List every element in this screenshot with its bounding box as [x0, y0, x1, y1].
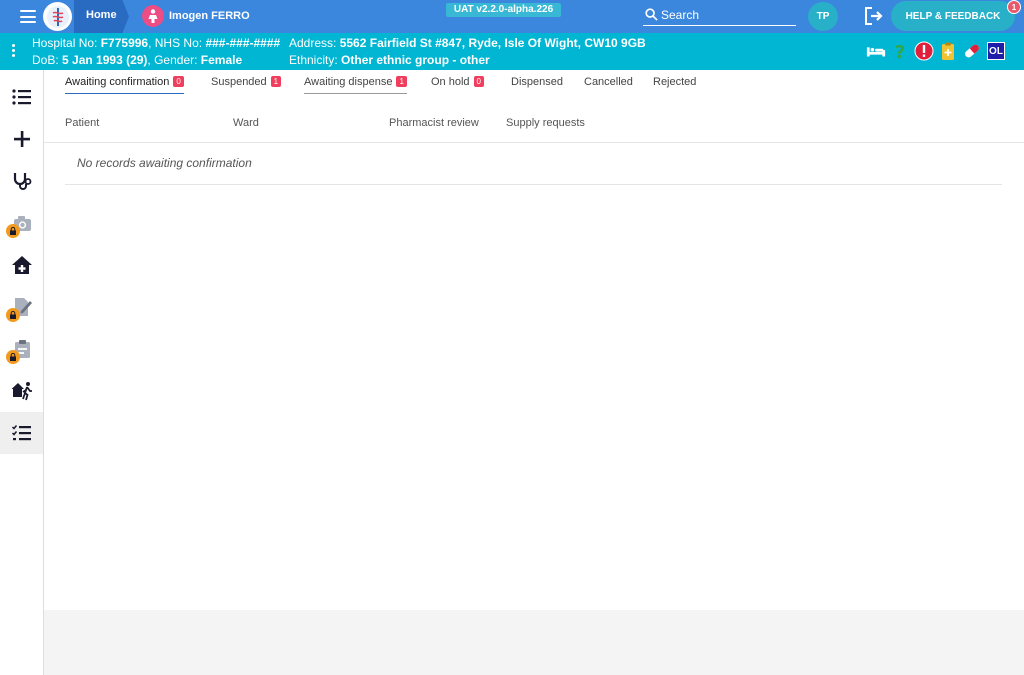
tab-count-badge: 0	[473, 76, 484, 87]
hamburger-menu-icon[interactable]	[20, 10, 36, 23]
sidebar-item-home-care[interactable]	[0, 244, 43, 286]
ol-icon[interactable]: OL	[986, 41, 1006, 61]
plus-icon	[13, 131, 30, 147]
more-options-icon[interactable]	[12, 44, 16, 59]
column-header-ward[interactable]: Ward	[233, 117, 259, 129]
dob-label: DoB:	[32, 53, 59, 67]
sidebar-item-assessments[interactable]	[0, 328, 43, 370]
home-medical-icon	[11, 256, 32, 274]
tab-label: Awaiting confirmation	[65, 76, 170, 88]
ethnicity: Other ethnic group - other	[341, 53, 490, 67]
gender-label: , Gender:	[147, 53, 198, 67]
tab-cancelled[interactable]: Cancelled	[584, 76, 633, 93]
discharge-icon	[11, 382, 32, 401]
tab-count-badge: 1	[396, 76, 407, 87]
checklist-icon	[11, 425, 31, 441]
breadcrumb-home[interactable]: Home	[74, 0, 129, 33]
tab-label: On hold	[431, 76, 470, 88]
sidebar-item-documents[interactable]	[0, 286, 43, 328]
patient-banner: Hospital No: F775996, NHS No: ###-###-##…	[0, 33, 1024, 70]
hospital-no: F775996	[100, 36, 149, 50]
tab-label: Rejected	[653, 76, 697, 88]
app-logo[interactable]	[43, 2, 72, 31]
tab-label: Cancelled	[584, 76, 633, 88]
search-input[interactable]: Search	[643, 4, 796, 26]
tab-on-hold[interactable]: On hold 0	[431, 76, 484, 93]
dob: 5 Jan 1993 (29)	[62, 53, 148, 67]
sidebar-item-add[interactable]	[0, 118, 43, 160]
tab-count-badge: 0	[173, 76, 184, 87]
tab-label: Awaiting dispense	[304, 76, 393, 88]
version-badge: UAT v2.2.0-alpha.226	[446, 3, 561, 17]
empty-table-message: No records awaiting confirmation	[77, 156, 252, 170]
banner-ethnicity: Ethnicity: Other ethnic group - other	[289, 53, 490, 67]
tab-awaiting-confirmation[interactable]: Awaiting confirmation 0	[65, 76, 184, 94]
sidebar-item-discharge[interactable]	[0, 370, 43, 412]
clipboard-icon[interactable]	[938, 41, 958, 61]
table-header-divider	[44, 142, 1024, 143]
table-row-divider	[65, 184, 1002, 185]
stethoscope-icon	[13, 173, 31, 190]
caduceus-icon	[46, 5, 69, 28]
hospital-no-label: Hospital No:	[32, 36, 98, 50]
top-bar: Home Imogen FERRO UAT v2.2.0-alpha.226 S…	[0, 0, 1024, 33]
patient-name: Imogen FERRO	[169, 10, 250, 22]
nhs-no-label: , NHS No:	[148, 36, 203, 50]
lock-icon	[6, 224, 20, 238]
help-feedback-button[interactable]: HELP & FEEDBACK	[891, 1, 1015, 31]
breadcrumb-home-label: Home	[86, 9, 117, 21]
footer-area	[44, 610, 1024, 675]
search-placeholder: Search	[661, 7, 700, 22]
column-header-supply-requests[interactable]: Supply requests	[506, 117, 585, 129]
banner-identifiers: Hospital No: F775996, NHS No: ###-###-##…	[32, 36, 280, 50]
nhs-no: ###-###-####	[205, 36, 281, 50]
logout-icon[interactable]	[864, 7, 884, 25]
tab-dispensed[interactable]: Dispensed	[511, 76, 563, 93]
lock-icon	[6, 350, 20, 364]
address: 5562 Fairfield St #847, Ryde, Isle Of Wi…	[339, 36, 646, 50]
sidebar-item-camera[interactable]	[0, 202, 43, 244]
bed-icon[interactable]	[866, 41, 886, 61]
sidebar-item-pharmacy[interactable]	[0, 412, 43, 454]
tab-count-badge: 1	[270, 76, 282, 87]
alert-icon[interactable]	[914, 41, 934, 61]
sidebar-item-clinical[interactable]	[0, 160, 43, 202]
sidebar	[0, 70, 44, 675]
banner-address: Address: 5562 Fairfield St #847, Ryde, I…	[289, 36, 646, 50]
tab-label: Dispensed	[511, 76, 563, 88]
banner-alerts: ? OL	[866, 40, 1006, 62]
main-content: Awaiting confirmation 0 Suspended 1 Awaiti…	[44, 70, 1024, 610]
gender: Female	[200, 53, 243, 67]
lock-icon	[6, 308, 20, 322]
ol-icon-label: OL	[987, 42, 1005, 60]
patient-chip[interactable]: Imogen FERRO	[142, 4, 250, 28]
tab-awaiting-dispense[interactable]: Awaiting dispense 1	[304, 76, 407, 94]
tab-label: Suspended	[211, 76, 267, 88]
list-icon	[11, 89, 31, 105]
tab-rejected[interactable]: Rejected	[653, 76, 696, 93]
pill-icon[interactable]	[962, 41, 982, 61]
help-notification-badge: 1	[1007, 0, 1021, 14]
banner-demographics: DoB: 5 Jan 1993 (29), Gender: Female	[32, 53, 242, 67]
question-icon[interactable]: ?	[890, 41, 910, 61]
ethnicity-label: Ethnicity:	[289, 53, 338, 67]
column-header-patient[interactable]: Patient	[65, 117, 99, 129]
tab-suspended[interactable]: Suspended 1	[211, 76, 282, 93]
column-header-pharmacist-review[interactable]: Pharmacist review	[389, 117, 479, 129]
svg-text:?: ?	[895, 42, 905, 61]
user-avatar[interactable]: TP	[808, 2, 838, 31]
search-icon	[645, 8, 658, 21]
sidebar-item-list[interactable]	[0, 76, 43, 118]
address-label: Address:	[289, 36, 337, 50]
female-patient-icon	[142, 5, 164, 27]
